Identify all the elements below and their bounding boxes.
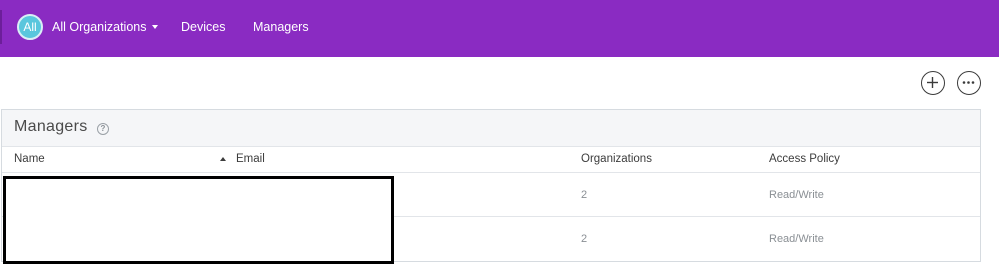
help-icon[interactable]: ? — [97, 123, 109, 135]
add-manager-button[interactable] — [921, 71, 945, 95]
column-header-access-policy[interactable]: Access Policy — [769, 153, 840, 165]
nav-managers-link[interactable]: Managers — [253, 18, 309, 36]
organization-switcher[interactable]: All Organizations — [52, 18, 158, 36]
topbar-left-divider — [0, 10, 2, 44]
top-navigation-bar: All All Organizations Devices Managers — [0, 0, 999, 57]
more-options-button[interactable] — [957, 71, 981, 95]
plus-icon — [927, 77, 938, 88]
column-header-organizations[interactable]: Organizations — [581, 153, 652, 165]
column-header-name[interactable]: Name — [14, 153, 45, 165]
organization-avatar[interactable]: All — [17, 14, 43, 40]
row-access-policy: Read/Write — [769, 233, 824, 245]
ellipsis-icon — [962, 81, 975, 84]
row-access-policy: Read/Write — [769, 189, 824, 201]
chevron-down-icon — [151, 24, 158, 29]
sort-ascending-icon[interactable] — [220, 157, 226, 161]
column-header-email[interactable]: Email — [236, 153, 265, 165]
panel-title: Managers — [14, 118, 88, 135]
organization-switcher-label: All Organizations — [52, 20, 147, 34]
row-organizations-count: 2 — [581, 189, 588, 201]
nav-devices-link[interactable]: Devices — [181, 18, 225, 36]
row-organizations-count: 2 — [581, 233, 588, 245]
panel-header: Managers ? — [2, 110, 980, 147]
redacted-area — [3, 176, 394, 264]
